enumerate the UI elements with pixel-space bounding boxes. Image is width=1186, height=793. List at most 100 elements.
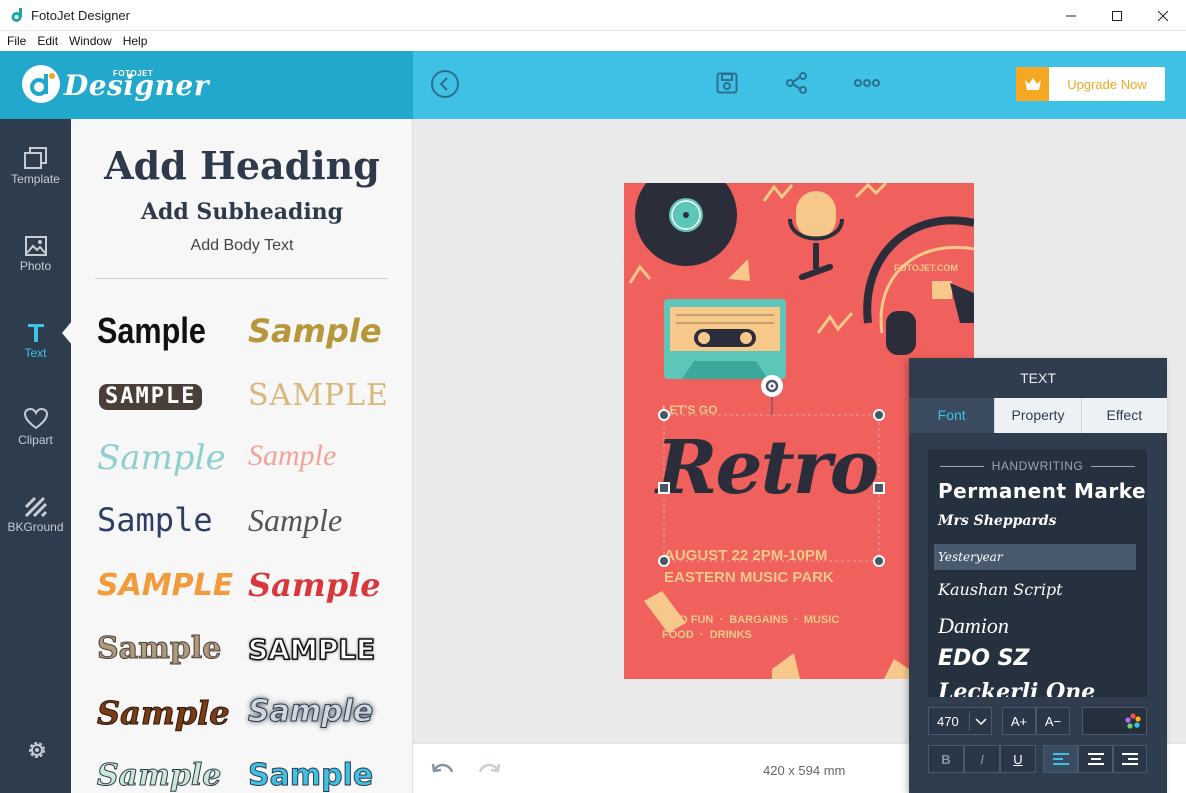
align-left-button[interactable]	[1043, 745, 1078, 773]
underline-button[interactable]: U	[1000, 745, 1036, 773]
nav-template[interactable]: Template	[0, 143, 71, 203]
back-arrow-icon	[431, 70, 459, 98]
text-sample-6[interactable]: Sample	[248, 441, 336, 471]
text-sample-16[interactable]: Sample	[247, 760, 373, 791]
text-sample-1[interactable]: Sample	[97, 313, 206, 349]
text-sample-12[interactable]: SAMPLE	[247, 635, 376, 665]
maximize-button[interactable]	[1094, 0, 1140, 31]
font-item-edo-sz[interactable]: EDO SZ	[938, 646, 1029, 671]
background-icon	[24, 497, 47, 517]
minimize-icon	[1066, 15, 1076, 16]
menu-window[interactable]: Window	[69, 34, 112, 48]
add-heading-button[interactable]: Add Heading	[71, 143, 412, 188]
app-window: FotoJet Designer File Edit Window Help F…	[0, 0, 1186, 793]
undo-button[interactable]	[431, 760, 455, 783]
settings-button[interactable]	[26, 739, 48, 766]
canvas-dimensions: 420 x 594 mm	[763, 763, 846, 778]
nav-photo-label: Photo	[19, 259, 52, 273]
decrease-font-button[interactable]: A−	[1036, 707, 1070, 735]
text-sample-5[interactable]: Sample	[97, 441, 226, 475]
font-category-handwriting: HANDWRITING	[928, 459, 1147, 473]
header-toolbar: Upgrade Now	[413, 51, 1186, 119]
poster-title-retro[interactable]: Retro	[656, 425, 879, 511]
italic-button[interactable]: I	[964, 745, 1000, 773]
upgrade-now-button[interactable]: Upgrade Now	[1016, 67, 1165, 101]
rotate-handle[interactable]	[761, 375, 783, 397]
resize-handle-left[interactable]	[658, 482, 670, 494]
save-button[interactable]	[715, 71, 739, 95]
tab-property[interactable]: Property	[994, 398, 1081, 433]
window-title: FotoJet Designer	[31, 8, 130, 23]
nav-background[interactable]: BKGround	[0, 491, 71, 551]
nav-clipart[interactable]: Clipart	[0, 404, 71, 464]
close-icon	[1158, 10, 1168, 21]
add-subheading-button[interactable]: Add Subheading	[71, 199, 412, 225]
poster-lets-go: LET'S GO	[662, 403, 718, 417]
logo-mark	[22, 65, 60, 103]
title-bar: FotoJet Designer	[0, 0, 1186, 31]
poster-tags-line2: FOOD · DRINKS	[662, 629, 752, 641]
resize-handle-top-left[interactable]	[658, 409, 670, 421]
redo-button[interactable]	[477, 760, 501, 783]
tab-effect[interactable]: Effect	[1080, 398, 1167, 433]
menu-file[interactable]: File	[7, 34, 26, 48]
text-sample-11[interactable]: Sample	[96, 633, 221, 664]
resize-handle-bottom-right[interactable]	[873, 555, 885, 567]
resize-handle-top-right[interactable]	[873, 409, 885, 421]
poster-site-text: FOTOJET.COM	[894, 263, 958, 273]
redo-icon	[478, 763, 501, 773]
logo-d-icon	[30, 73, 55, 96]
close-button[interactable]	[1140, 0, 1186, 31]
bold-button[interactable]: B	[928, 745, 964, 773]
nav-template-label: Template	[11, 172, 60, 186]
text-sample-4[interactable]: SAMPLE	[248, 381, 389, 411]
more-button[interactable]	[853, 75, 881, 91]
text-sample-10[interactable]: Sample	[248, 569, 381, 601]
text-sample-14[interactable]: Sample	[247, 696, 373, 727]
font-item-kaushan-script[interactable]: Kaushan Script	[938, 580, 1063, 599]
text-sample-13[interactable]: Sample	[97, 697, 231, 730]
font-item-damion[interactable]: Damion	[938, 613, 1009, 639]
font-item-permanent-marker[interactable]: Permanent Marker	[938, 479, 1147, 503]
nav-text-label: Text	[24, 346, 47, 360]
align-right-icon	[1122, 753, 1138, 765]
resize-handle-bottom-left[interactable]	[658, 555, 670, 567]
font-item-yesteryear[interactable]: Yesteryear	[934, 544, 1136, 570]
nav-text[interactable]: Text	[0, 317, 71, 377]
maximize-icon	[1112, 10, 1122, 21]
font-list[interactable]: HANDWRITING Permanent Marker Mrs Sheppar…	[928, 449, 1147, 697]
font-item-leckerli-one[interactable]: Leckerli One	[938, 679, 1095, 697]
text-panel-tabs: Font Property Effect	[909, 398, 1167, 433]
undo-icon	[431, 763, 454, 773]
chevron-down-icon	[975, 718, 987, 726]
minimize-button[interactable]	[1048, 0, 1094, 31]
menu-help[interactable]: Help	[123, 34, 148, 48]
header-logo-area: FOTOJET Designer	[0, 51, 413, 119]
gear-icon	[29, 742, 45, 758]
text-sample-15[interactable]: Sample	[96, 760, 221, 791]
align-center-button[interactable]	[1078, 745, 1113, 773]
back-button[interactable]	[430, 69, 460, 99]
font-size-select[interactable]: 470	[928, 707, 992, 735]
photo-icon	[24, 236, 47, 256]
nav-background-label: BKGround	[7, 520, 64, 534]
tab-font[interactable]: Font	[909, 398, 995, 433]
add-body-text-button[interactable]: Add Body Text	[71, 237, 412, 255]
text-sample-8[interactable]: Sample	[248, 504, 342, 536]
increase-font-button[interactable]: A+	[1002, 707, 1036, 735]
resize-handle-right[interactable]	[873, 482, 885, 494]
upgrade-now-label: Upgrade Now	[1067, 76, 1147, 92]
share-button[interactable]	[785, 71, 809, 95]
text-sample-9[interactable]: SAMPLE	[97, 571, 233, 601]
menu-edit[interactable]: Edit	[37, 34, 58, 48]
text-color-picker[interactable]	[1082, 707, 1147, 735]
align-right-button[interactable]	[1113, 745, 1147, 773]
text-sample-3[interactable]: SAMPLE	[99, 384, 203, 410]
text-sample-2[interactable]: Sample	[248, 315, 382, 347]
left-nav: Template Photo Text Clipart BKGround	[0, 119, 71, 793]
crown-icon	[1016, 67, 1049, 101]
text-sample-7[interactable]: Sample	[97, 504, 213, 536]
nav-photo[interactable]: Photo	[0, 230, 71, 290]
poster-tags-line1: FIND FUN · BARGAINS · MUSIC	[662, 614, 840, 626]
font-item-mrs-sheppards[interactable]: Mrs Sheppards	[938, 513, 1057, 529]
